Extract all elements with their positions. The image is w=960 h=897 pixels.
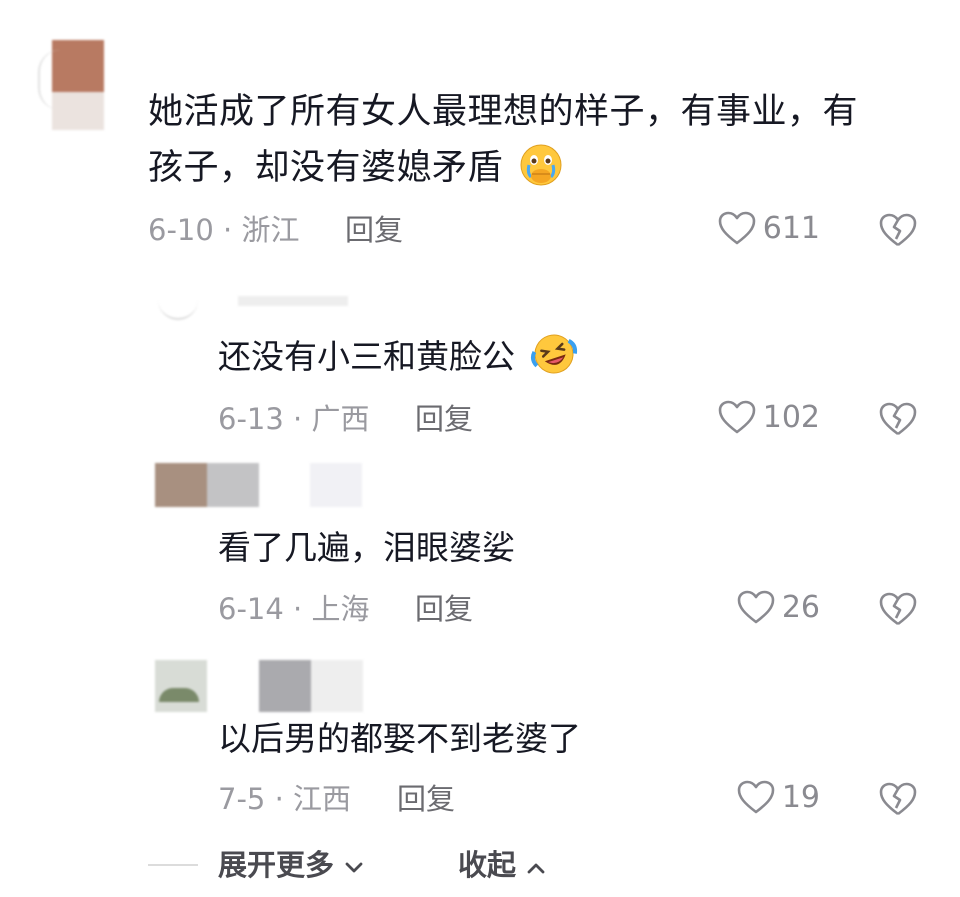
reply-meta: 6-14 · 上海 — [218, 589, 370, 629]
reply-like-count: 19 — [781, 779, 820, 815]
comment-text-line2: 孩子，却没有婆媳矛盾 — [148, 148, 504, 188]
reply-meta: 6-13 · 广西 — [218, 399, 370, 439]
reply-like-button[interactable]: 26 — [736, 589, 820, 625]
heart-icon — [717, 210, 757, 246]
meta-dot: · — [283, 592, 312, 626]
comment-like-button[interactable]: 611 — [717, 210, 820, 246]
expand-more-label: 展开更多 — [218, 848, 335, 882]
comment-avatar[interactable] — [38, 40, 104, 130]
reply-date: 7-5 — [218, 782, 266, 816]
reply-location: 广西 — [311, 402, 370, 436]
reply-text: 以后男的都娶不到老婆了 — [218, 719, 581, 758]
reply-like-button[interactable]: 102 — [717, 399, 820, 435]
reply-reply-button[interactable]: 回复 — [397, 779, 455, 819]
reply-date: 6-13 — [218, 402, 284, 436]
comment-date: 6-10 — [148, 213, 214, 247]
chevron-up-icon — [526, 845, 546, 885]
broken-heart-icon — [878, 591, 918, 627]
reply-text: 还没有小三和黄脸公 — [218, 337, 515, 376]
reply-location: 江西 — [293, 782, 352, 816]
comment-dislike-button[interactable] — [878, 212, 918, 248]
reply-meta: 7-5 · 江西 — [218, 779, 351, 819]
heart-icon — [736, 779, 776, 815]
reply-dislike-button[interactable] — [878, 781, 918, 817]
reply-date: 6-14 — [218, 592, 284, 626]
reply-avatar[interactable] — [148, 290, 368, 322]
meta-dot: · — [283, 402, 312, 436]
reply-reply-button[interactable]: 回复 — [415, 589, 473, 629]
reply-like-count: 102 — [762, 399, 820, 435]
comment-like-count: 611 — [762, 210, 820, 246]
comment-text-line1: 她活成了所有女人最理想的样子，有事业，有 — [148, 92, 859, 132]
comment-reply-button[interactable]: 回复 — [345, 210, 403, 250]
reply-dislike-button[interactable] — [878, 591, 918, 627]
comment-location: 浙江 — [241, 213, 300, 247]
crying-face-emoji-icon — [519, 143, 563, 204]
meta-dot: · — [213, 213, 242, 247]
chevron-down-icon — [344, 845, 364, 885]
reply-text: 看了几遍，泪眼婆娑 — [218, 528, 515, 567]
laughing-crying-face-emoji-icon — [530, 332, 578, 390]
collapse-button[interactable]: 收起 — [458, 845, 546, 885]
broken-heart-icon — [878, 212, 918, 248]
heart-icon — [736, 589, 776, 625]
reply-like-count: 26 — [781, 589, 820, 625]
comment-text-line2-wrap: 孩子，却没有婆媳矛盾 — [148, 140, 938, 204]
footer-divider — [148, 864, 198, 866]
heart-icon — [717, 399, 757, 435]
expand-more-button[interactable]: 展开更多 — [218, 845, 364, 885]
reply-like-button[interactable]: 19 — [736, 779, 820, 815]
reply-avatar[interactable] — [155, 463, 365, 507]
comment-meta: 6-10 · 浙江 — [148, 210, 300, 250]
meta-dot: · — [265, 782, 294, 816]
reply-reply-button[interactable]: 回复 — [415, 399, 473, 439]
broken-heart-icon — [878, 401, 918, 437]
broken-heart-icon — [878, 781, 918, 817]
reply-avatar[interactable] — [155, 660, 365, 712]
reply-text-row: 还没有小三和黄脸公 — [218, 332, 578, 390]
comment-text: 她活成了所有女人最理想的样子，有事业，有 孩子，却没有婆媳矛盾 — [148, 84, 938, 204]
collapse-label: 收起 — [458, 848, 517, 882]
reply-location: 上海 — [311, 592, 370, 626]
reply-dislike-button[interactable] — [878, 401, 918, 437]
